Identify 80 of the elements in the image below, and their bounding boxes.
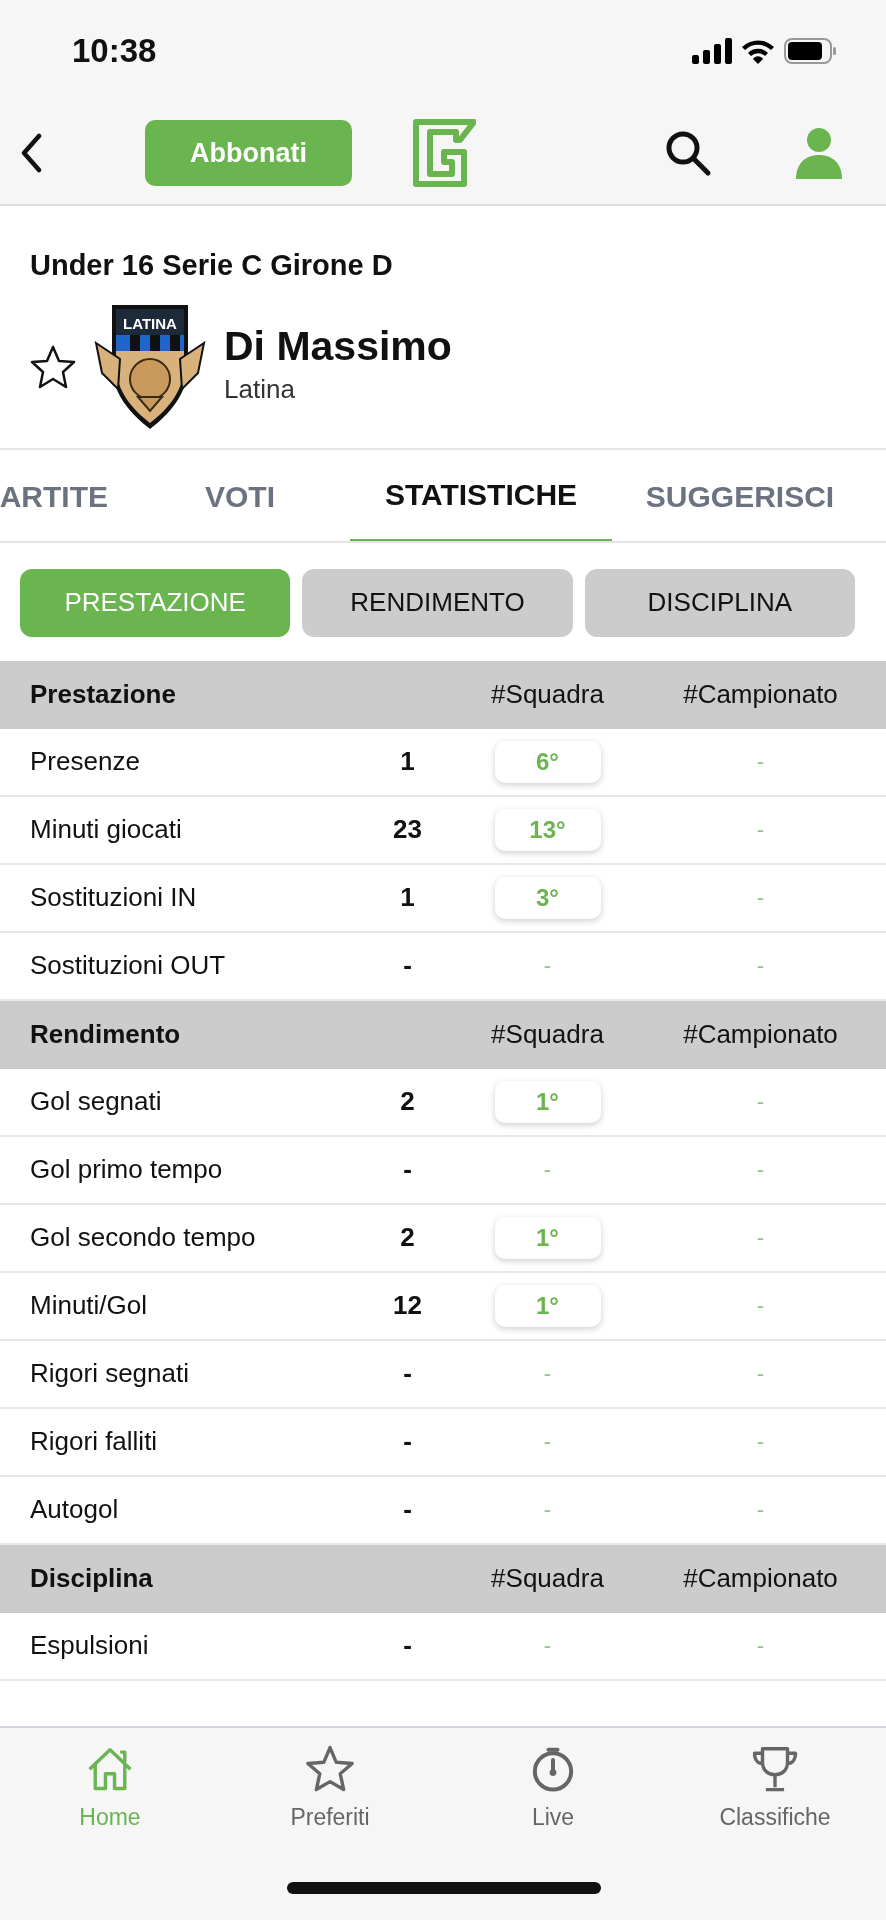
rank-value: - bbox=[756, 884, 765, 912]
rank-value: - bbox=[756, 1088, 765, 1116]
search-icon[interactable] bbox=[664, 129, 712, 177]
stat-label: Rigori segnati bbox=[29, 1357, 190, 1390]
rank-value: - bbox=[756, 1428, 765, 1456]
rank-badge: 13° bbox=[494, 808, 601, 851]
tab[interactable]: ARTITE bbox=[0, 449, 108, 541]
rank-value: - bbox=[756, 1632, 765, 1660]
rank-value: - bbox=[756, 1156, 765, 1184]
stat-label: Autogol bbox=[29, 1493, 120, 1526]
rank-badge: 3° bbox=[494, 876, 601, 919]
nav-tab[interactable]: Live bbox=[463, 1744, 643, 1835]
stat-label: Rigori falliti bbox=[29, 1425, 159, 1458]
stat-label: Presenze bbox=[29, 745, 141, 778]
column-header: #Squadra bbox=[491, 1562, 604, 1595]
stat-value: 2 bbox=[400, 1222, 415, 1252]
section-title: Rendimento bbox=[29, 1018, 182, 1051]
section-title: Prestazione bbox=[29, 678, 177, 711]
stat-value: 23 bbox=[393, 814, 422, 844]
column-header: #Campionato bbox=[683, 1562, 838, 1595]
stat-value: - bbox=[403, 1426, 412, 1456]
column-header: #Squadra bbox=[491, 1018, 604, 1051]
tab[interactable]: VOTI bbox=[170, 449, 310, 541]
stat-value: - bbox=[403, 1494, 412, 1524]
rank-badge: 1° bbox=[494, 1284, 601, 1327]
rank-value: - bbox=[756, 816, 765, 844]
rank-value: - bbox=[543, 1496, 552, 1524]
stat-label: Minuti/Gol bbox=[29, 1289, 149, 1322]
competition-title: Under 16 Serie C Girone D bbox=[29, 248, 394, 283]
stat-value: 12 bbox=[393, 1290, 422, 1320]
rank-value: - bbox=[543, 952, 552, 980]
signal-icon bbox=[692, 38, 732, 64]
rank-value: - bbox=[756, 1292, 765, 1320]
star-icon bbox=[305, 1744, 355, 1792]
stat-value: - bbox=[403, 950, 412, 980]
column-header: #Squadra bbox=[491, 678, 604, 711]
stat-value: - bbox=[403, 1358, 412, 1388]
rank-badge: 1° bbox=[494, 1080, 601, 1123]
stat-value: - bbox=[403, 1154, 412, 1184]
rank-badge: 6° bbox=[494, 740, 601, 783]
back-icon[interactable] bbox=[20, 133, 42, 173]
filter-tab[interactable]: RENDIMENTO bbox=[302, 568, 573, 637]
nav-tab[interactable]: Preferiti bbox=[240, 1744, 420, 1835]
battery-icon bbox=[784, 38, 838, 64]
section-title: Disciplina bbox=[29, 1562, 154, 1595]
filter-tab[interactable]: DISCIPLINA bbox=[584, 568, 855, 637]
rank-value: - bbox=[543, 1360, 552, 1388]
column-header: #Campionato bbox=[683, 678, 838, 711]
rank-value: - bbox=[756, 748, 765, 776]
stat-label: Sostituzioni OUT bbox=[29, 949, 227, 982]
tab[interactable]: STATISTICHE bbox=[350, 449, 612, 541]
stat-label: Gol secondo tempo bbox=[29, 1221, 257, 1254]
star-icon[interactable] bbox=[30, 344, 76, 389]
stat-label: Sostituzioni IN bbox=[29, 881, 198, 914]
player-name: Di Massimo bbox=[224, 324, 452, 370]
wifi-icon bbox=[740, 38, 776, 64]
stat-label: Espulsioni bbox=[29, 1629, 150, 1662]
stat-value: 1 bbox=[400, 746, 415, 776]
nav-tab[interactable]: Classifiche bbox=[685, 1744, 865, 1835]
stat-label: Gol segnati bbox=[29, 1085, 163, 1118]
rank-value: - bbox=[756, 1360, 765, 1388]
trophy-icon bbox=[750, 1744, 800, 1792]
stat-value: 1 bbox=[400, 882, 415, 912]
rank-value: - bbox=[756, 952, 765, 980]
crest-label: LATINA bbox=[123, 314, 177, 332]
status-time: 10:38 bbox=[72, 31, 157, 72]
rank-badge: 1° bbox=[494, 1216, 601, 1259]
stat-value: - bbox=[403, 1630, 412, 1660]
stat-label: Minuti giocati bbox=[29, 813, 183, 846]
rank-value: - bbox=[756, 1224, 765, 1252]
rank-value: - bbox=[543, 1428, 552, 1456]
tab[interactable]: SUGGERISCI bbox=[630, 449, 850, 541]
team-name: Latina bbox=[224, 372, 296, 406]
rank-value: - bbox=[756, 1496, 765, 1524]
logo-icon bbox=[410, 118, 476, 188]
column-header: #Campionato bbox=[683, 1018, 838, 1051]
stat-label: Gol primo tempo bbox=[29, 1153, 224, 1186]
stat-value: 2 bbox=[400, 1086, 415, 1116]
rank-value: - bbox=[543, 1156, 552, 1184]
rank-value: - bbox=[543, 1632, 552, 1660]
